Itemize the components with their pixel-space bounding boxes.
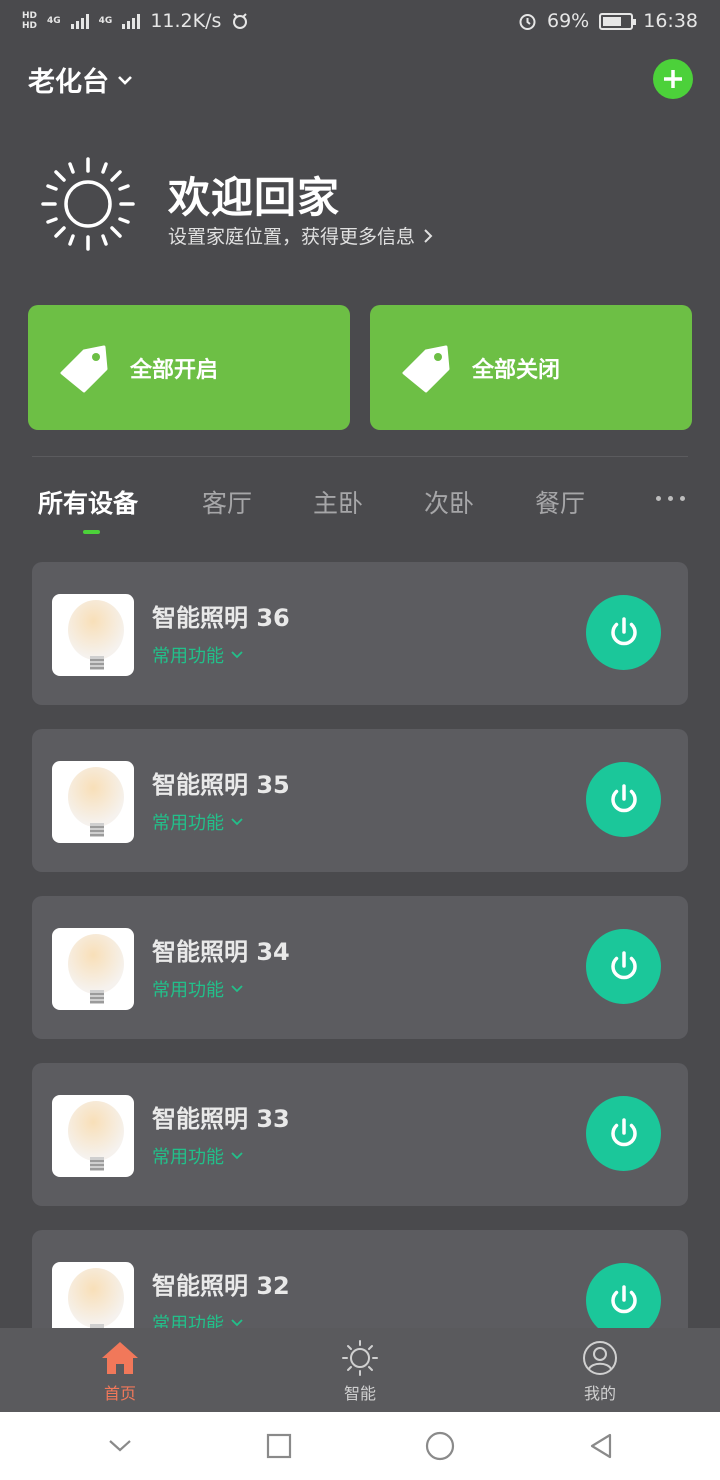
common-functions-toggle[interactable]: 常用功能 (152, 1143, 243, 1169)
device-name: 智能照明 36 (152, 604, 290, 632)
status-bar: HD HD 4G 4G 11.2K/s 69% 16:38 (0, 0, 720, 42)
all-on-button[interactable]: 全部开启 (28, 305, 350, 430)
back-icon[interactable] (587, 1432, 615, 1460)
all-off-button[interactable]: 全部关闭 (370, 305, 692, 430)
bulb-image (52, 928, 134, 1010)
common-functions-toggle[interactable]: 常用功能 (152, 1310, 243, 1328)
chevron-down-icon (231, 1152, 243, 1160)
home-icon (102, 1342, 138, 1374)
add-device-button[interactable] (653, 59, 693, 99)
tag-icon (60, 345, 108, 392)
nav-mine-label: 我的 (583, 1384, 616, 1403)
user-icon (583, 1341, 617, 1375)
signal-icon (70, 13, 89, 29)
power-icon (610, 1284, 637, 1313)
device-name: 智能照明 34 (152, 938, 290, 966)
tab-living-room[interactable]: 客厅 (202, 484, 252, 520)
tab-master-bedroom[interactable]: 主卧 (313, 484, 363, 520)
device-card[interactable]: 智能照明 35 常用功能 (32, 729, 688, 872)
welcome-title: 欢迎回家 (168, 173, 341, 222)
device-card[interactable]: 智能照明 34 常用功能 (32, 896, 688, 1039)
device-name: 智能照明 32 (152, 1272, 290, 1300)
device-name: 智能照明 33 (152, 1105, 290, 1133)
clock: 16:38 (643, 10, 698, 32)
device-card[interactable]: 智能照明 33 常用功能 (32, 1063, 688, 1206)
network-type-1: 4G (47, 16, 61, 26)
common-functions-label: 常用功能 (152, 646, 224, 667)
common-functions-label: 常用功能 (152, 980, 224, 1001)
power-button[interactable] (586, 762, 661, 837)
device-card[interactable]: 智能照明 32 常用功能 (32, 1230, 688, 1328)
network-speed: 11.2K/s (150, 10, 222, 32)
sun-icon (342, 1340, 378, 1376)
common-functions-toggle[interactable]: 常用功能 (152, 809, 243, 835)
device-name: 智能照明 35 (152, 771, 290, 799)
bottom-nav: 首页 智能 我的 (0, 1328, 720, 1412)
hd-indicator: HD HD (22, 11, 38, 31)
power-icon (610, 783, 637, 812)
home-selector[interactable]: 老化台 (28, 60, 133, 99)
common-functions-label: 常用功能 (152, 1147, 224, 1168)
tag-icon (402, 345, 450, 392)
alarm-icon (519, 13, 536, 30)
set-location-link[interactable]: 设置家庭位置，获得更多信息 (168, 222, 433, 249)
tab-second-bedroom[interactable]: 次卧 (424, 484, 474, 520)
notification-icon (233, 13, 248, 29)
power-button[interactable] (586, 1096, 661, 1171)
divider (32, 456, 688, 457)
power-icon (610, 1117, 637, 1146)
sun-icon (41, 157, 135, 251)
power-icon (610, 950, 637, 979)
power-button[interactable] (586, 1263, 661, 1328)
tab-dining-room[interactable]: 餐厅 (535, 484, 585, 520)
chevron-down-icon (231, 1319, 243, 1327)
common-functions-label: 常用功能 (152, 813, 224, 834)
network-type-2: 4G (98, 16, 113, 26)
device-card[interactable]: 智能照明 36 常用功能 (32, 562, 688, 705)
chevron-down-icon (231, 818, 243, 826)
chevron-down-icon (231, 985, 243, 993)
nav-home-label: 首页 (103, 1384, 136, 1403)
more-icon[interactable] (656, 496, 685, 501)
nav-home[interactable]: 首页 (0, 1328, 240, 1412)
chevron-down-icon (118, 75, 132, 85)
nav-smart[interactable]: 智能 (240, 1328, 480, 1412)
common-functions-label: 常用功能 (152, 1314, 224, 1328)
power-icon (610, 616, 637, 645)
nav-smart-label: 智能 (343, 1384, 376, 1403)
home-name: 老化台 (28, 67, 109, 98)
home-circle-icon[interactable] (424, 1430, 456, 1462)
common-functions-toggle[interactable]: 常用功能 (152, 642, 243, 668)
battery-percent: 69% (547, 10, 590, 32)
power-button[interactable] (586, 929, 661, 1004)
signal-icon-2 (122, 13, 141, 29)
battery-fill (603, 16, 622, 26)
all-off-label: 全部关闭 (472, 357, 561, 383)
chevron-down-icon (231, 651, 243, 659)
hide-keyboard-icon[interactable] (106, 1436, 134, 1456)
tab-indicator (83, 530, 100, 534)
room-tabs: 所有设备 客厅 主卧 次卧 餐厅 (0, 478, 720, 538)
chevron-right-icon (424, 228, 433, 243)
tab-all-devices[interactable]: 所有设备 (38, 484, 138, 520)
bulb-image (52, 1095, 134, 1177)
all-on-label: 全部开启 (130, 357, 219, 383)
plus-icon (664, 70, 682, 88)
nav-mine[interactable]: 我的 (480, 1328, 720, 1412)
device-list: 智能照明 36 常用功能 智能照明 35 常用功能 智能照明 34 常用功能 智… (0, 562, 720, 1328)
bulb-image (52, 1262, 134, 1328)
bulb-image (52, 594, 134, 676)
system-nav-bar (0, 1412, 720, 1480)
recent-apps-icon[interactable] (265, 1432, 293, 1460)
battery-icon (599, 12, 637, 30)
common-functions-toggle[interactable]: 常用功能 (152, 976, 243, 1002)
power-button[interactable] (586, 595, 661, 670)
welcome-subtitle: 设置家庭位置，获得更多信息 (168, 226, 416, 248)
bulb-image (52, 761, 134, 843)
